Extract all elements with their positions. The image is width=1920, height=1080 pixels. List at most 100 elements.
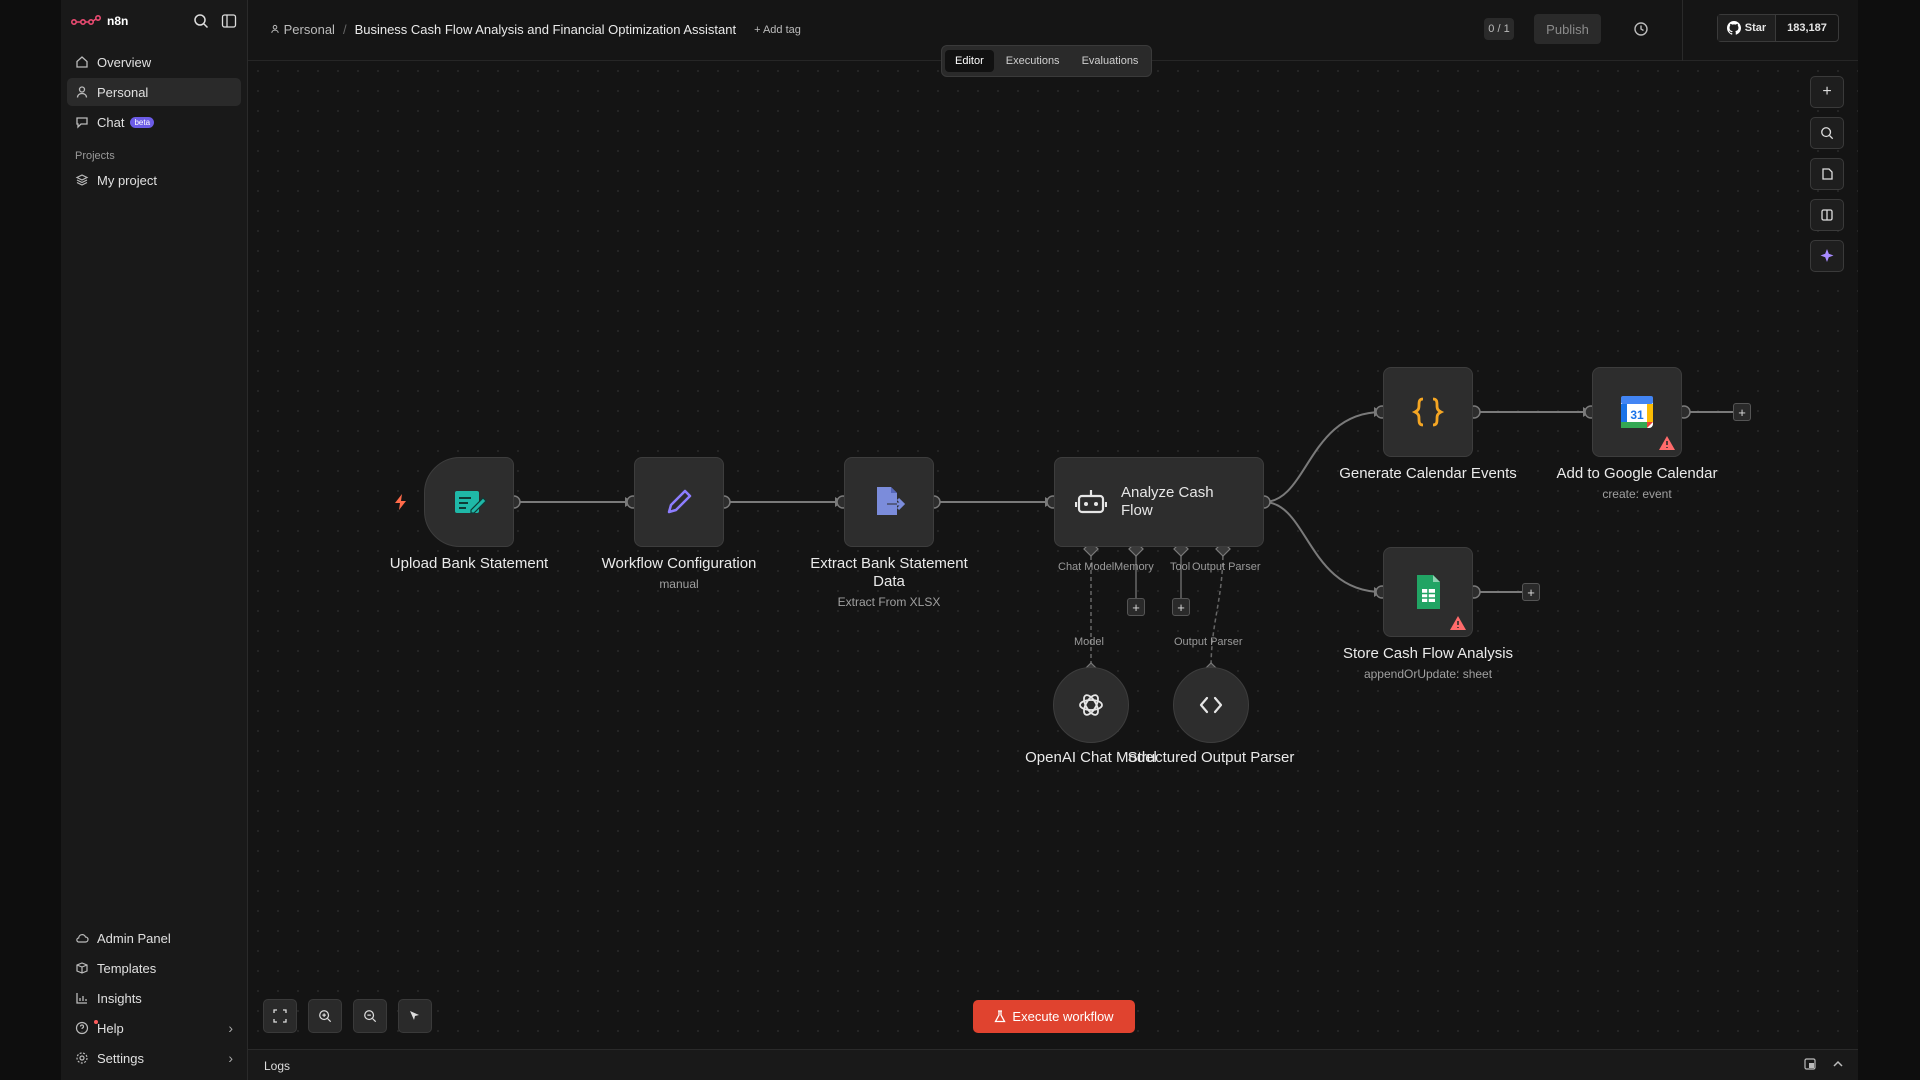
breadcrumb-separator: / [342,22,347,37]
breadcrumb-project[interactable]: Personal [270,22,335,37]
help-icon [75,1021,89,1035]
execute-workflow-button[interactable]: Execute workflow [973,1000,1135,1033]
gear-icon [75,1051,89,1065]
add-tag-button[interactable]: + Add tag [754,24,801,36]
chart-icon [75,991,89,1005]
node-analyze-cash-flow[interactable]: Analyze Cash Flow [1054,457,1264,547]
code-icon [1199,696,1223,714]
zoom-in-icon [319,1010,332,1023]
plus-icon: + [1132,599,1140,615]
robot-icon [1075,490,1107,514]
add-next-node-button[interactable]: + [1733,403,1751,421]
warning-icon [1450,616,1466,630]
workflow-canvas[interactable]: Editor Executions Evaluations + Upload B… [248,45,1858,1049]
trigger-bolt-icon [395,494,406,510]
file-export-icon [877,487,906,515]
node-title: Analyze Cash Flow [1121,484,1214,519]
plus-icon: + [1738,404,1746,420]
sidebar-item-templates[interactable]: Templates [67,954,241,982]
github-star: Star [1718,15,1776,41]
chevron-up-icon[interactable] [1832,1058,1844,1070]
node-label: Upload Bank Statement [374,555,564,573]
node-label: Workflow Configuration manual [584,555,774,593]
workflow-title[interactable]: Business Cash Flow Analysis and Financia… [355,22,737,37]
breadcrumb: Personal / Business Cash Flow Analysis a… [270,22,801,37]
logo[interactable]: n8n [71,14,128,28]
node-subtitle: create: event [1602,487,1672,501]
node-generate-calendar-events[interactable] [1383,367,1473,457]
layers-icon [75,173,89,187]
connector-label-output-parser-bottom: Output Parser [1174,636,1243,648]
execute-workflow-label: Execute workflow [1012,1009,1114,1024]
node-title: Extract Bank Statement Data [810,555,968,590]
sidebar-item-label: My project [97,172,157,188]
sidebar-item-label: Templates [97,960,157,976]
popout-icon[interactable] [1804,1058,1816,1070]
home-icon [75,55,89,69]
search-icon[interactable] [193,13,209,29]
add-memory-button[interactable]: + [1127,598,1145,616]
version-counter[interactable]: 0 / 1 [1484,18,1514,40]
plus-icon: + [1177,599,1185,615]
sidebar-item-label: Chat [97,114,125,130]
node-add-to-google-calendar[interactable]: 31 [1592,367,1682,457]
breadcrumb-project-label: Personal [283,22,335,37]
cloud-icon [75,931,89,945]
node-title: Add to Google Calendar [1556,465,1718,482]
node-upload-bank-statement[interactable] [424,457,514,547]
calendar-day-text: 31 [1630,408,1644,422]
github-star-button[interactable]: Star 183,187 [1717,14,1839,42]
connector-label-chat-model: Chat Model [1058,561,1115,573]
selection-mode-button[interactable] [398,999,432,1033]
sidebar-item-label: Personal [97,84,149,100]
github-star-label: Star [1744,22,1767,34]
node-subtitle: appendOrUpdate: sheet [1363,667,1493,681]
sidebar-item-settings[interactable]: Settings › [67,1044,241,1072]
pointer-icon [410,1011,419,1020]
logs-panel[interactable]: Logs [248,1049,1858,1080]
node-structured-output-parser[interactable] [1173,667,1249,743]
publish-button[interactable]: Publish [1534,14,1601,44]
node-workflow-configuration[interactable] [634,457,724,547]
zoom-out-button[interactable] [353,999,387,1033]
node-title: Store Cash Flow Analysis [1342,645,1514,662]
plus-icon: + [1527,584,1535,600]
node-label: Generate Calendar Events [1333,465,1523,483]
sidebar-item-label: Admin Panel [97,930,171,946]
sidebar-item-personal[interactable]: Personal [67,78,241,106]
fit-view-button[interactable] [263,999,297,1033]
node-title: Structured Output Parser [1127,749,1295,766]
node-openai-chat-model[interactable] [1053,667,1129,743]
sidebar-item-chat[interactable]: Chat beta [67,108,241,136]
node-store-cash-flow-analysis[interactable] [1383,547,1473,637]
sidebar-item-insights[interactable]: Insights [67,984,241,1012]
node-title: Generate Calendar Events [1339,465,1517,482]
connector-label-memory: Memory [1114,561,1154,573]
code-braces-icon [1411,397,1445,427]
flask-icon [994,1010,1007,1023]
projects-heading: Projects [75,150,115,162]
node-subtitle: manual [659,577,699,591]
node-extract-bank-statement-data[interactable] [844,457,934,547]
zoom-out-icon [364,1010,377,1023]
node-subtitle: Extract From XLSX [837,595,941,609]
sidebar-item-help[interactable]: Help › [67,1014,241,1042]
beta-badge: beta [130,116,155,128]
sidebar-toggle-icon[interactable] [221,13,237,29]
sidebar-item-label: Settings [97,1050,144,1066]
sidebar-item-my-project[interactable]: My project [67,166,241,194]
node-title: Workflow Configuration [601,555,757,572]
node-label: Add to Google Calendar create: event [1542,465,1732,503]
add-next-node-button[interactable]: + [1522,583,1540,601]
history-icon[interactable] [1632,20,1650,38]
google-calendar-icon: 31 [1621,396,1653,428]
warning-icon [1659,436,1675,450]
connector-label-tool: Tool [1170,561,1191,573]
add-tool-button[interactable]: + [1172,598,1190,616]
zoom-in-button[interactable] [308,999,342,1033]
sidebar-item-label: Insights [97,990,142,1006]
chat-icon [75,115,89,129]
sidebar-item-overview[interactable]: Overview [67,48,241,76]
sidebar-item-admin-panel[interactable]: Admin Panel [67,924,241,952]
pencil-icon [667,489,692,514]
